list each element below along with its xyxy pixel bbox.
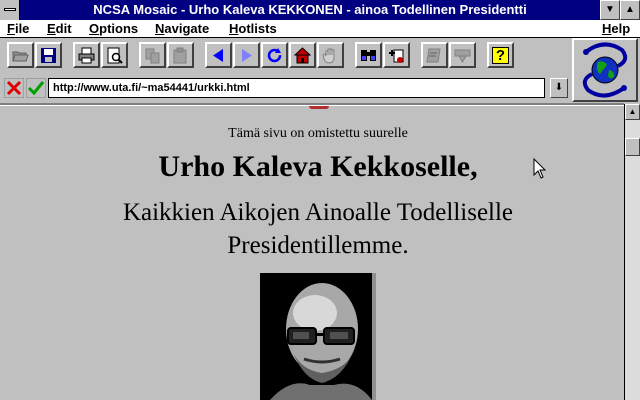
system-menu-icon [4, 8, 16, 11]
paste-icon [173, 47, 187, 63]
cancel-url-button[interactable] [3, 77, 25, 99]
back-arrow-icon [213, 48, 223, 62]
menu-hotlists[interactable]: Hotlists [229, 20, 277, 37]
title-bar: NCSA Mosaic - Urho Kaleva KEKKONEN - ain… [0, 0, 640, 20]
print-icon [78, 47, 95, 63]
forward-arrow-icon [242, 48, 252, 62]
home-icon [294, 46, 311, 63]
url-input[interactable]: http://www.uta.fi/~ma54441/urkki.html [48, 78, 545, 98]
home-button[interactable] [289, 42, 316, 68]
mosaic-logo[interactable] [572, 38, 638, 102]
dedication-text: Tämä sivu on omistettu suurelle [228, 126, 408, 141]
address-bar: http://www.uta.fi/~ma54441/urkki.html ⬇ [0, 76, 570, 100]
find-button[interactable] [355, 42, 382, 68]
vertical-scrollbar[interactable]: ▲ [624, 104, 640, 400]
menu-bar: File Edit Options Navigate Hotlists Help [0, 20, 640, 38]
green-check-icon [25, 77, 47, 99]
back-button[interactable] [205, 42, 232, 68]
help-question-icon: ? [491, 46, 510, 64]
open-folder-icon [12, 51, 29, 61]
print-button[interactable] [73, 42, 100, 68]
print-preview-icon [107, 47, 123, 64]
page-heading: Urho Kaleva Kekkoselle, [158, 150, 478, 183]
page-subtitle: Kaikkien Aikojen Ainoalle Todelliselle P… [122, 199, 514, 259]
copy-button[interactable] [139, 42, 166, 68]
window-title: NCSA Mosaic - Urho Kaleva KEKKONEN - ain… [93, 2, 527, 17]
scroll-up-button[interactable]: ▲ [625, 104, 640, 120]
news-icon [454, 49, 471, 63]
system-menu-button[interactable] [0, 0, 20, 20]
document-view: Tämä sivu on omistettu suurelle Urho Kal… [0, 106, 624, 400]
red-x-icon [3, 77, 25, 99]
save-disk-icon [41, 47, 56, 63]
menu-options[interactable]: Options [89, 20, 138, 37]
scroll-thumb[interactable] [625, 138, 640, 156]
add-hotlist-icon [389, 49, 404, 63]
print-preview-button[interactable] [101, 42, 128, 68]
save-button[interactable] [35, 42, 62, 68]
reload-button[interactable] [261, 42, 288, 68]
annotate-icon [426, 48, 441, 62]
stop-hand-icon [322, 48, 335, 64]
portrait-image [260, 273, 376, 400]
stop-button[interactable] [317, 42, 344, 68]
paste-button[interactable] [167, 42, 194, 68]
maximize-button[interactable]: ▲ [620, 0, 640, 20]
find-binoculars-icon [361, 49, 376, 61]
url-history-dropdown[interactable]: ⬇ [550, 78, 568, 98]
menu-edit[interactable]: Edit [47, 20, 72, 37]
add-hotlist-button[interactable] [383, 42, 410, 68]
annotate-button[interactable] [421, 42, 448, 68]
toolbar: ? [0, 38, 570, 74]
forward-button[interactable] [233, 42, 260, 68]
copy-icon [145, 48, 160, 63]
globe-logo-icon [582, 42, 628, 98]
menu-navigate[interactable]: Navigate [155, 20, 209, 37]
decorative-image-edge [309, 106, 329, 109]
confirm-url-button[interactable] [25, 77, 47, 99]
open-button[interactable] [7, 42, 34, 68]
mouse-pointer-icon [533, 158, 547, 179]
menu-file[interactable]: File [7, 20, 29, 37]
reload-icon [267, 47, 282, 62]
help-button[interactable]: ? [487, 42, 514, 68]
menu-help[interactable]: Help [602, 20, 630, 37]
news-button[interactable] [449, 42, 476, 68]
minimize-button[interactable]: ▼ [600, 0, 620, 20]
